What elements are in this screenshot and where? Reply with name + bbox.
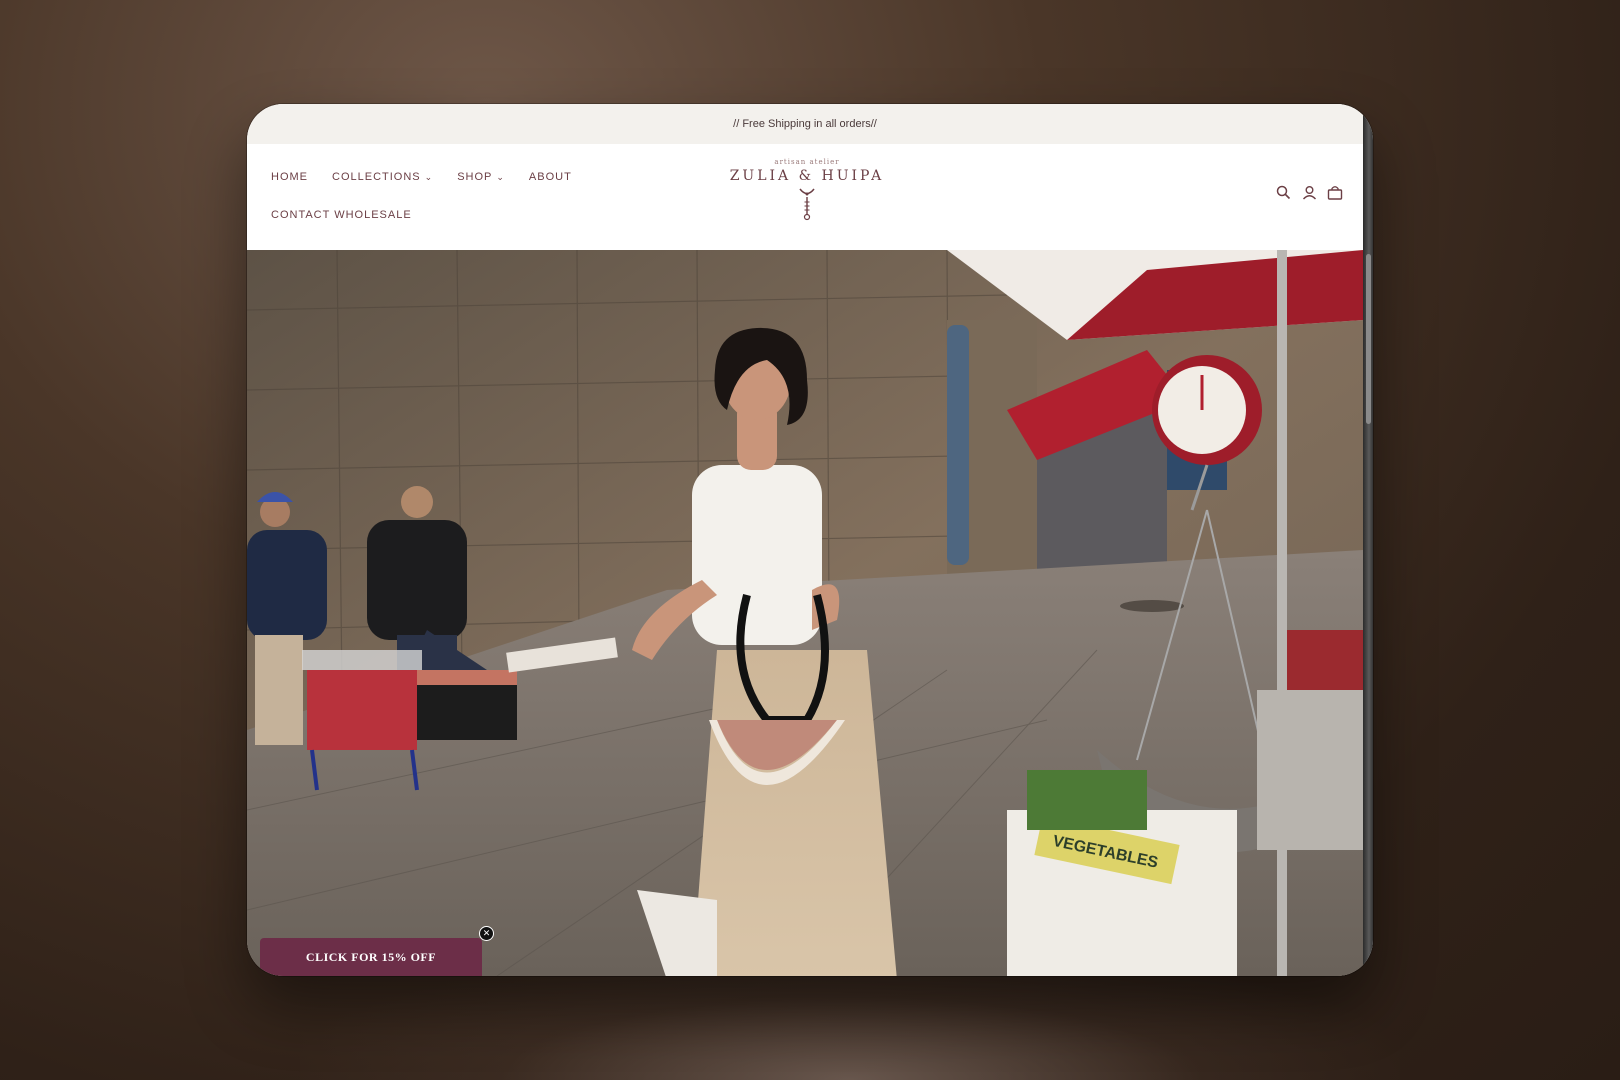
nav-item-about[interactable]: ABOUT: [529, 171, 572, 183]
logo-emblem-icon: [727, 186, 887, 227]
main-nav: HOME COLLECTIONS ⌄ SHOP ⌄ ABOUT CONTACT …: [271, 162, 601, 230]
logo-name: ZULIA & HUIPA: [729, 168, 885, 184]
header-icons: [1275, 184, 1343, 200]
site-logo[interactable]: artisan atelier ZULIA & HUIPA: [727, 158, 887, 227]
logo-tagline: artisan atelier: [774, 158, 840, 166]
site-header: HOME COLLECTIONS ⌄ SHOP ⌄ ABOUT CONTACT …: [247, 144, 1363, 250]
nav-item-collections[interactable]: COLLECTIONS ⌄: [332, 171, 433, 183]
close-glyph: ✕: [482, 928, 491, 938]
account-icon[interactable]: [1301, 184, 1317, 200]
nav-row-1: HOME COLLECTIONS ⌄ SHOP ⌄ ABOUT: [271, 162, 601, 192]
nav-item-contact-wholesale[interactable]: CONTACT WHOLESALE: [271, 209, 412, 221]
announcement-text: // Free Shipping in all orders//: [733, 118, 877, 130]
device-frame: // Free Shipping in all orders// HOME CO…: [247, 104, 1373, 976]
nav-item-home[interactable]: HOME: [271, 171, 308, 183]
nav-item-label: CONTACT WHOLESALE: [271, 209, 412, 221]
chevron-down-icon: ⌄: [424, 171, 434, 182]
cart-icon[interactable]: [1327, 184, 1343, 200]
close-icon[interactable]: ✕: [479, 926, 494, 941]
nav-row-2: CONTACT WHOLESALE: [271, 200, 601, 230]
chevron-down-icon: ⌄: [496, 171, 505, 182]
device-edge: [1363, 104, 1373, 976]
nav-item-shop[interactable]: SHOP ⌄: [457, 171, 505, 183]
search-icon[interactable]: [1275, 184, 1291, 200]
hero-image: VEGETABLES: [247, 250, 1363, 976]
hero-photo: VEGETABLES: [247, 250, 1363, 976]
nav-item-label: SHOP: [457, 171, 493, 183]
nav-item-label: COLLECTIONS: [332, 171, 421, 183]
discount-popup-label: CLICK FOR 15% OFF: [305, 949, 437, 964]
discount-popup-button[interactable]: CLICK FOR 15% OFF: [260, 938, 482, 976]
scrollbar-thumb[interactable]: [1366, 254, 1371, 424]
nav-item-label: HOME: [271, 171, 308, 183]
nav-item-label: ABOUT: [528, 171, 572, 183]
announcement-bar: // Free Shipping in all orders//: [247, 104, 1363, 144]
